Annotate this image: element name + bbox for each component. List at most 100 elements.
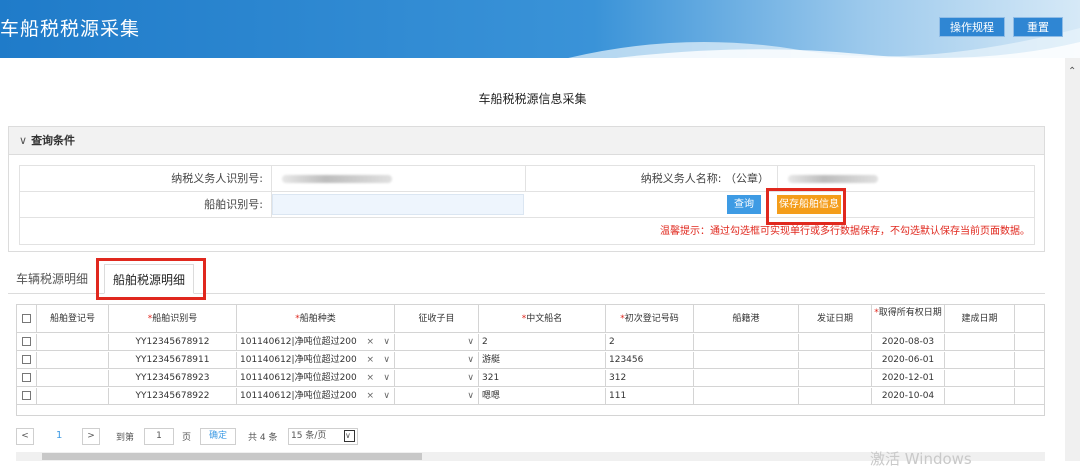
tab-vehicle-detail[interactable]: 车辆税源明细	[16, 264, 88, 294]
row-checkbox[interactable]	[22, 355, 31, 364]
col-header-port[interactable]: 船籍港	[694, 305, 799, 332]
current-page-number[interactable]: 1	[56, 430, 62, 441]
cell-ship-id[interactable]: YY12345678911	[109, 352, 237, 368]
row-checkbox[interactable]	[22, 391, 31, 400]
taxpayer-id-label: 纳税义务人识别号:	[20, 166, 272, 191]
cell-own-date[interactable]: 2020-06-01	[872, 352, 945, 368]
cell-built-date[interactable]	[945, 352, 1015, 368]
chevron-down-icon[interactable]: ∨	[344, 430, 355, 442]
cell-first-reg[interactable]: 111	[606, 388, 694, 404]
cell-built-date[interactable]	[945, 334, 1015, 350]
chevron-down-icon[interactable]: ∨	[19, 134, 27, 147]
table-row[interactable]: YY12345678912 101140612|净吨位超过200 × ∨ ∨ 2 2…	[17, 334, 1044, 351]
cell-ship-id[interactable]: YY12345678922	[109, 388, 237, 404]
cell-subitem-select[interactable]: ∨	[395, 352, 479, 368]
table-header: 船舶登记号 *船舶识别号 *船舶种类 征收子目 *中文船名 *初次登记号码 船籍…	[17, 305, 1044, 333]
table-row[interactable]: YY12345678922 101140612|净吨位超过200 × ∨ ∨ 嗯嗯 …	[17, 388, 1044, 405]
cell-own-date[interactable]: 2020-08-03	[872, 334, 945, 350]
cell-ship-id[interactable]: YY12345678912	[109, 334, 237, 350]
chevron-down-icon[interactable]: ∨	[467, 334, 474, 350]
row-checkbox[interactable]	[22, 337, 31, 346]
cell-built-date[interactable]	[945, 388, 1015, 404]
cell-own-date[interactable]: 2020-12-01	[872, 370, 945, 386]
col-header-built-date[interactable]: 建成日期	[945, 305, 1015, 332]
query-row-3: 温馨提示：通过勾选框可实现单行或多行数据保存，不勾选默认保存当前页面数据。	[20, 218, 1034, 244]
taxpayer-name-label: 纳税义务人名称: （公章）	[526, 166, 778, 191]
cell-ship-type-select[interactable]: 101140612|净吨位超过200 × ∨	[237, 370, 395, 386]
cell-first-reg[interactable]: 312	[606, 370, 694, 386]
cell-reg[interactable]	[37, 370, 109, 386]
cell-port[interactable]	[694, 370, 799, 386]
cell-cn-name[interactable]: 2	[479, 334, 606, 350]
page-size-select[interactable]: 15 条/页 ∨	[288, 428, 358, 445]
confirm-page-button[interactable]: 确定	[200, 428, 236, 445]
cell-subitem-select[interactable]: ∨	[395, 388, 479, 404]
scrollbar-thumb[interactable]	[42, 453, 422, 460]
vertical-scrollbar[interactable]: ⌃	[1065, 58, 1080, 461]
clear-icon[interactable]: ×	[366, 352, 374, 368]
query-button[interactable]: 查询	[727, 195, 761, 214]
col-header-issue-date[interactable]: 发证日期	[799, 305, 872, 332]
cell-issue-date[interactable]	[799, 370, 872, 386]
chevron-down-icon[interactable]: ∨	[383, 334, 390, 350]
cell-ship-id[interactable]: YY12345678923	[109, 370, 237, 386]
ship-id-label: 船舶识别号:	[20, 192, 272, 217]
clear-icon[interactable]: ×	[366, 334, 374, 350]
col-header-own-date[interactable]: *取得所有权日期	[872, 305, 945, 332]
redacted-value	[788, 175, 878, 183]
clear-icon[interactable]: ×	[366, 388, 374, 404]
prev-page-button[interactable]: <	[16, 428, 34, 445]
highlight-box-ship-tab	[96, 258, 206, 300]
cell-first-reg[interactable]: 2	[606, 334, 694, 350]
cell-ship-type-select[interactable]: 101140612|净吨位超过200 × ∨	[237, 352, 395, 368]
cell-issue-date[interactable]	[799, 352, 872, 368]
cell-reg[interactable]	[37, 352, 109, 368]
table-row[interactable]: YY12345678911 101140612|净吨位超过200 × ∨ ∨ 游艇 …	[17, 352, 1044, 369]
scroll-up-icon[interactable]: ⌃	[1068, 66, 1076, 77]
cell-reg[interactable]	[37, 334, 109, 350]
cell-built-date[interactable]	[945, 370, 1015, 386]
col-header-ship-id[interactable]: *船舶识别号	[109, 305, 237, 332]
cell-issue-date[interactable]	[799, 388, 872, 404]
operation-rules-button[interactable]: 操作规程	[939, 17, 1005, 37]
query-panel-header[interactable]: ∨ 查询条件	[9, 127, 1044, 155]
cell-port[interactable]	[694, 334, 799, 350]
cell-subitem-select[interactable]: ∨	[395, 334, 479, 350]
clear-icon[interactable]: ×	[366, 370, 374, 386]
next-page-button[interactable]: >	[82, 428, 100, 445]
col-header-reg[interactable]: 船舶登记号	[37, 305, 109, 332]
query-row-1: 纳税义务人识别号: 纳税义务人名称: （公章）	[20, 166, 1034, 192]
cell-cn-name[interactable]: 嗯嗯	[479, 388, 606, 404]
chevron-down-icon[interactable]: ∨	[383, 352, 390, 368]
query-row-2: 船舶识别号: 查询 保存船舶信息	[20, 192, 1034, 218]
cell-issue-date[interactable]	[799, 334, 872, 350]
cell-port[interactable]	[694, 352, 799, 368]
col-header-cn-name[interactable]: *中文船名	[479, 305, 606, 332]
cell-ship-type-select[interactable]: 101140612|净吨位超过200 × ∨	[237, 388, 395, 404]
select-all-cell	[17, 305, 37, 332]
cell-first-reg[interactable]: 123456	[606, 352, 694, 368]
ship-id-input[interactable]	[272, 194, 524, 215]
table-row[interactable]: YY12345678923 101140612|净吨位超过200 × ∨ ∨ 321…	[17, 370, 1044, 387]
col-header-first-reg[interactable]: *初次登记号码	[606, 305, 694, 332]
cell-subitem-select[interactable]: ∨	[395, 370, 479, 386]
chevron-down-icon[interactable]: ∨	[467, 370, 474, 386]
highlight-box-save	[766, 188, 846, 225]
chevron-down-icon[interactable]: ∨	[467, 352, 474, 368]
cell-cn-name[interactable]: 321	[479, 370, 606, 386]
select-all-checkbox[interactable]	[22, 314, 31, 323]
cell-own-date[interactable]: 2020-10-04	[872, 388, 945, 404]
page-number-input[interactable]: 1	[144, 428, 174, 445]
chevron-down-icon[interactable]: ∨	[383, 388, 390, 404]
col-header-subitem[interactable]: 征收子目	[395, 305, 479, 332]
cell-port[interactable]	[694, 388, 799, 404]
query-panel: ∨ 查询条件 纳税义务人识别号: 纳税义务人名称: （公章） 船舶识别号: 查询 …	[8, 126, 1045, 252]
reset-button[interactable]: 重置	[1013, 17, 1063, 37]
row-checkbox[interactable]	[22, 373, 31, 382]
cell-reg[interactable]	[37, 388, 109, 404]
chevron-down-icon[interactable]: ∨	[467, 388, 474, 404]
chevron-down-icon[interactable]: ∨	[383, 370, 390, 386]
cell-ship-type-select[interactable]: 101140612|净吨位超过200 × ∨	[237, 334, 395, 350]
cell-cn-name[interactable]: 游艇	[479, 352, 606, 368]
col-header-ship-type[interactable]: *船舶种类	[237, 305, 395, 332]
